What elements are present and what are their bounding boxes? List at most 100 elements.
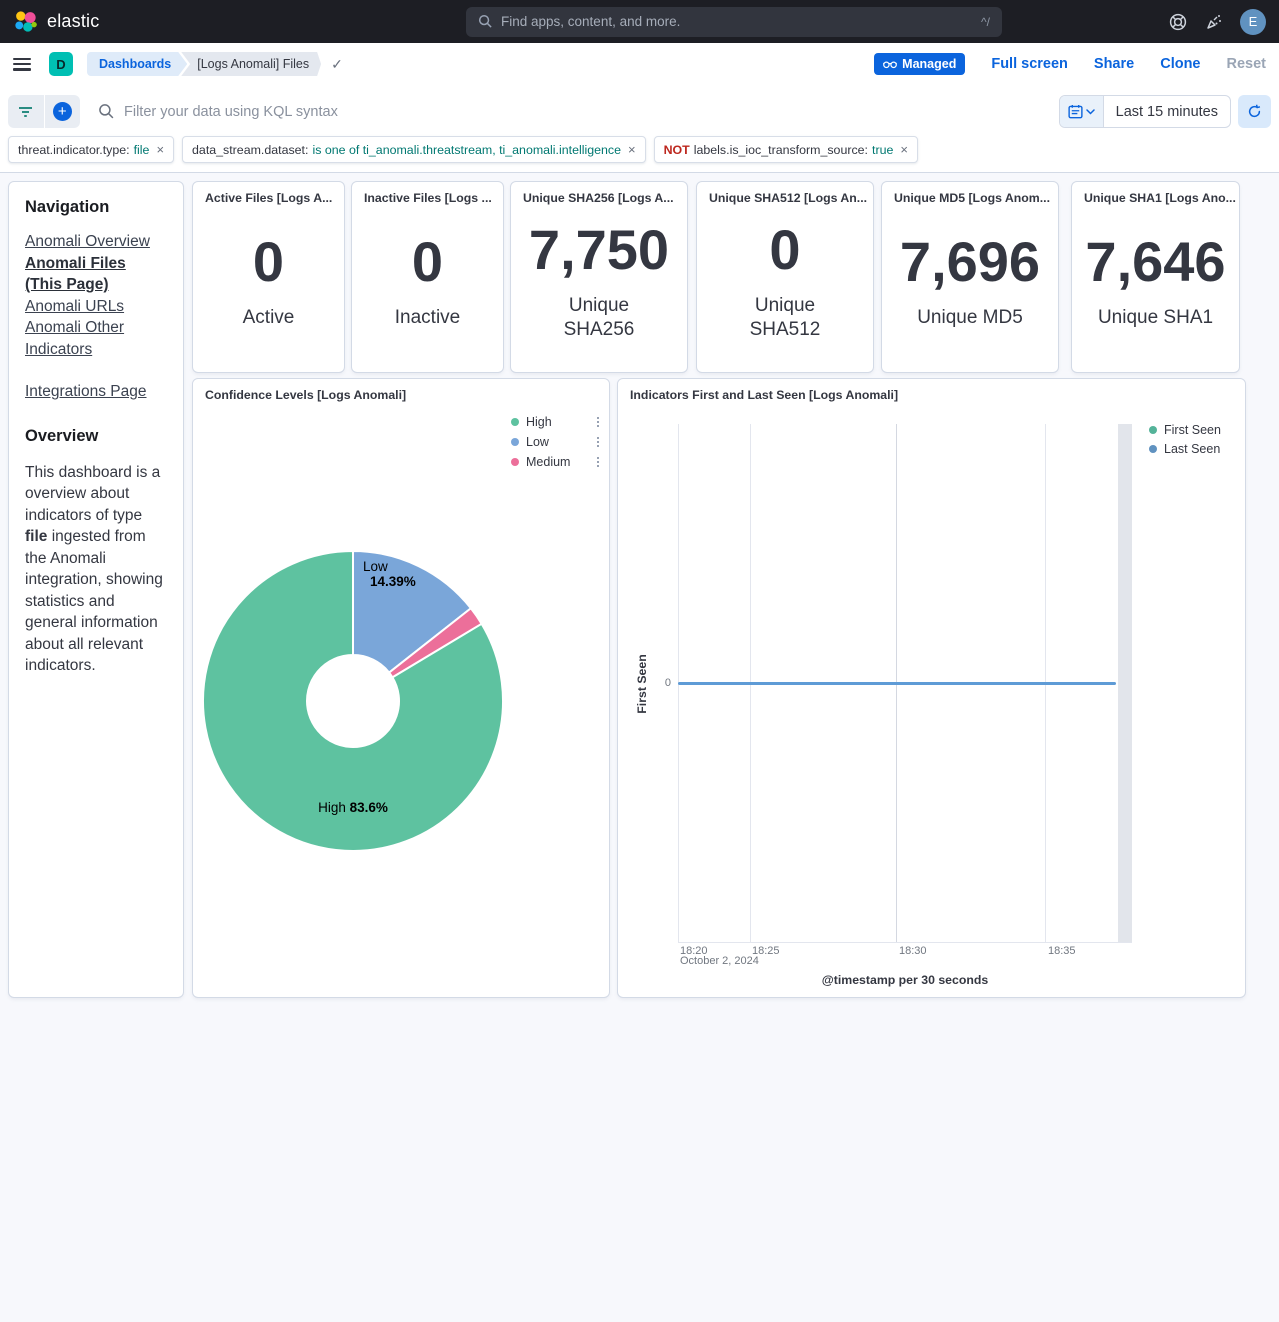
confidence-levels-title: Confidence Levels [Logs Anomali] — [193, 379, 609, 402]
first-last-seen-panel: Indicators First and Last Seen [Logs Ano… — [617, 378, 1246, 998]
metric-value: 0 — [412, 233, 443, 292]
filter-pill-2[interactable]: data_stream.dataset: is one of ti_anomali… — [182, 136, 646, 163]
metric-value: 7,750 — [529, 221, 669, 280]
close-icon[interactable]: × — [156, 142, 164, 157]
metric-body: 7,696 Unique MD5 — [882, 205, 1058, 372]
confidence-donut-chart[interactable] — [193, 407, 611, 999]
unified-search-bar: + Filter your data using KQL syntax — [0, 85, 1279, 173]
chevron-down-icon — [1086, 109, 1095, 115]
filter-field: threat.indicator.type: — [18, 143, 130, 157]
filter-value: true — [872, 143, 893, 157]
metric-label: Unique SHA512 — [725, 294, 845, 342]
metric-body: 0 Active — [193, 205, 344, 372]
metric-panel-5: Unique MD5 [Logs Anom...7,696Unique MD5 — [881, 181, 1059, 373]
filter-menu-button[interactable] — [8, 95, 44, 128]
metric-value: 7,646 — [1085, 233, 1225, 292]
first-last-seen-chart[interactable]: 018:2018:2518:3018:35October 2, 2024 — [618, 379, 1247, 999]
legend-label: First Seen — [1164, 423, 1221, 437]
nav-overview-title: Overview — [25, 427, 167, 446]
metric-body: 0 Unique SHA512 — [697, 205, 873, 372]
query-search-icon — [98, 103, 115, 120]
metric-panel-3: Unique SHA256 [Logs A...7,750Unique SHA2… — [510, 181, 688, 373]
filter-pill-bar: threat.indicator.type:file×data_stream.d… — [8, 136, 918, 163]
dashboard-grid: Navigation Anomali Overview Anomali File… — [0, 173, 1279, 1322]
filter-value: is one of ti_anomali.threatstream, ti_an… — [312, 143, 621, 157]
nav-link-2[interactable]: Anomali Files (This Page) — [25, 255, 126, 294]
elastic-logo[interactable]: elastic — [0, 9, 300, 34]
legend-item-first-seen[interactable]: First Seen — [1149, 423, 1239, 437]
metric-label: Inactive — [395, 306, 460, 330]
filter-field: labels.is_ioc_transform_source: — [694, 143, 868, 157]
legend-item-last-seen[interactable]: Last Seen — [1149, 442, 1239, 456]
metric-label: Active — [243, 306, 295, 330]
filter-field: data_stream.dataset: — [192, 143, 308, 157]
time-range-value[interactable]: Last 15 minutes — [1104, 104, 1230, 120]
refresh-button[interactable] — [1238, 95, 1271, 128]
refresh-icon — [1247, 104, 1262, 119]
x-axis-line — [678, 942, 1132, 943]
x-axis-date-label: October 2, 2024 — [680, 955, 759, 967]
kql-placeholder: Filter your data using KQL syntax — [124, 104, 338, 120]
help-icon[interactable] — [1168, 12, 1188, 32]
legend-label: Last Seen — [1164, 442, 1220, 456]
user-avatar[interactable]: E — [1240, 9, 1266, 35]
metric-value: 0 — [769, 221, 800, 280]
managed-badge[interactable]: Managed — [874, 53, 965, 75]
nav-link-integrations[interactable]: Integrations Page — [25, 383, 147, 400]
global-header: elastic Find apps, content, and more. ^/ — [0, 0, 1279, 43]
legend-dot-icon — [1149, 445, 1157, 453]
metric-panel-6: Unique SHA1 [Logs Ano...7,646Unique SHA1 — [1071, 181, 1240, 373]
breadcrumb-item-2[interactable]: [Logs Anomali] Files — [181, 52, 321, 76]
nav-link-1[interactable]: Anomali Overview — [25, 233, 150, 250]
close-icon[interactable]: × — [900, 142, 908, 157]
metric-panel-title: Unique SHA512 [Logs An... — [697, 182, 873, 205]
space-avatar[interactable]: D — [49, 52, 73, 76]
x-axis-title: @timestamp per 30 seconds — [678, 973, 1132, 987]
search-icon — [478, 14, 493, 29]
metric-panel-4: Unique SHA512 [Logs An... 0 Unique SHA512 — [696, 181, 874, 373]
metric-panel-1: Active Files [Logs A... 0 Active — [192, 181, 345, 373]
toolbar-actions: Full screen Share Clone Reset — [991, 56, 1266, 72]
kql-query-input[interactable]: Filter your data using KQL syntax — [80, 103, 1059, 120]
metric-panel-title: Inactive Files [Logs ... — [352, 182, 503, 205]
time-range-picker: Last 15 minutes — [1059, 95, 1231, 128]
search-shortcut-hint: ^/ — [981, 15, 990, 29]
legend-dot-icon — [1149, 426, 1157, 434]
plus-icon: + — [53, 102, 72, 121]
x-tick-label: 18:35 — [1048, 945, 1076, 957]
menu-icon[interactable] — [13, 58, 31, 71]
close-icon[interactable]: × — [628, 142, 636, 157]
global-search-input[interactable]: Find apps, content, and more. ^/ — [466, 7, 1002, 37]
filter-pill-3[interactable]: NOT labels.is_ioc_transform_source: true × — [654, 136, 918, 163]
kibana-dashboard-app: elastic Find apps, content, and more. ^/ — [0, 0, 1279, 1322]
metric-label: Unique SHA256 — [539, 294, 659, 342]
metric-value: 7,696 — [900, 233, 1040, 292]
reset-button: Reset — [1227, 56, 1267, 72]
clone-button[interactable]: Clone — [1160, 56, 1200, 72]
nav-overview-paragraph: This dashboard is a overview about indic… — [25, 462, 167, 677]
filter-value: file — [134, 143, 150, 157]
filter-negation: NOT — [664, 143, 690, 157]
share-button[interactable]: Share — [1094, 56, 1134, 72]
add-filter-button[interactable]: + — [44, 95, 81, 128]
breadcrumb: Dashboards[Logs Anomali] Files — [87, 52, 321, 76]
logo-text: elastic — [47, 11, 99, 32]
metric-label: Unique MD5 — [917, 306, 1023, 330]
nav-link-3[interactable]: Anomali URLs — [25, 298, 124, 315]
breadcrumb-item-1[interactable]: Dashboards — [87, 52, 187, 76]
metric-body: 0 Inactive — [352, 205, 503, 372]
newsfeed-icon[interactable] — [1204, 12, 1224, 32]
nav-link-4[interactable]: Anomali Other Indicators — [25, 319, 124, 358]
donut-callout-high: High 83.6% — [288, 800, 418, 815]
y-axis-title: First Seen — [635, 648, 649, 720]
navigation-panel: Navigation Anomali Overview Anomali File… — [8, 181, 184, 998]
x-tick-label: 18:30 — [899, 945, 927, 957]
filter-pill-1[interactable]: threat.indicator.type: file × — [8, 136, 174, 163]
quick-select-button[interactable] — [1060, 96, 1104, 127]
metric-label: Unique SHA1 — [1098, 306, 1213, 330]
metric-value: 0 — [253, 233, 284, 292]
metric-panel-title: Active Files [Logs A... — [193, 182, 344, 205]
full-screen-button[interactable]: Full screen — [991, 56, 1068, 72]
nav-links: Anomali Overview Anomali Files (This Pag… — [25, 231, 167, 360]
filter-controls: + — [8, 95, 80, 128]
